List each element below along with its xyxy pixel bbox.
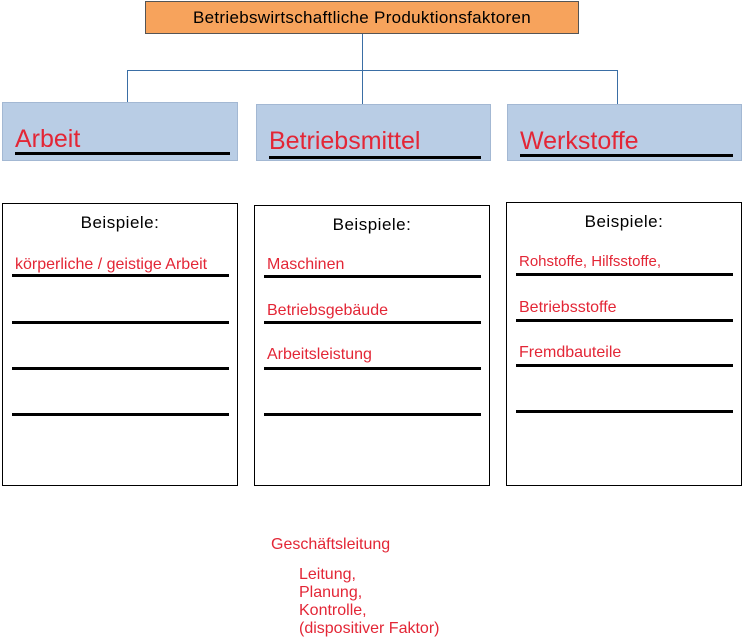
answer-line <box>264 275 481 278</box>
answer-line <box>12 321 229 324</box>
connector-betriebsmittel <box>362 70 363 104</box>
answer-line <box>264 413 481 416</box>
answer-line <box>516 410 733 413</box>
connector-root-stem <box>362 34 363 70</box>
answer-line <box>516 319 733 322</box>
answer-line <box>516 273 733 276</box>
note-line: Kontrolle, <box>299 602 367 619</box>
example-item: Arbeitsleistung <box>267 346 372 363</box>
note-title: Geschäftsleitung <box>271 536 391 553</box>
connector-horizontal <box>127 70 617 71</box>
examples-heading: Beispiele: <box>80 213 160 232</box>
answer-line <box>12 413 229 416</box>
examples-heading: Beispiele: <box>332 215 412 234</box>
answer-line <box>264 321 481 324</box>
category-underline <box>15 152 230 155</box>
note-line: Planung, <box>299 584 363 601</box>
root-title: Betriebswirtschaftliche Produktionsfakto… <box>193 7 531 27</box>
category-node-arbeit: Arbeit <box>2 102 238 161</box>
connector-werkstoffe <box>617 70 618 104</box>
answer-line <box>12 274 229 277</box>
category-label-arbeit: Arbeit <box>15 125 81 153</box>
category-node-werkstoffe: Werkstoffe <box>507 104 742 161</box>
examples-box-betriebsmittel: Beispiele: Maschinen Betriebsgebäude Arb… <box>254 205 490 486</box>
root-node: Betriebswirtschaftliche Produktionsfakto… <box>145 1 579 34</box>
example-item: Betriebsgebäude <box>267 302 388 319</box>
note-line: (dispositiver Faktor) <box>299 620 440 637</box>
examples-box-werkstoffe: Beispiele: Rohstoffe, Hilfsstoffe, Betri… <box>506 202 742 486</box>
category-underline <box>269 156 481 159</box>
examples-heading: Beispiele: <box>584 212 664 231</box>
answer-line <box>264 367 481 370</box>
example-item: Rohstoffe, Hilfsstoffe, <box>519 253 662 270</box>
category-underline <box>520 154 733 157</box>
examples-box-arbeit: Beispiele: körperliche / geistige Arbeit <box>2 203 238 486</box>
category-node-betriebsmittel: Betriebsmittel <box>256 104 491 161</box>
example-item: Betriebsstoffe <box>519 299 617 316</box>
answer-line <box>12 367 229 370</box>
category-label-betriebsmittel: Betriebsmittel <box>269 127 421 155</box>
example-item: Fremdbauteile <box>519 344 622 361</box>
category-label-werkstoffe: Werkstoffe <box>520 127 639 155</box>
note-line: Leitung, <box>299 566 356 583</box>
example-item: Maschinen <box>267 256 345 273</box>
note-list: Leitung, Planung, Kontrolle, (dispositiv… <box>299 566 439 638</box>
example-item: körperliche / geistige Arbeit <box>15 256 208 273</box>
connector-arbeit <box>127 70 128 102</box>
answer-line <box>516 364 733 367</box>
